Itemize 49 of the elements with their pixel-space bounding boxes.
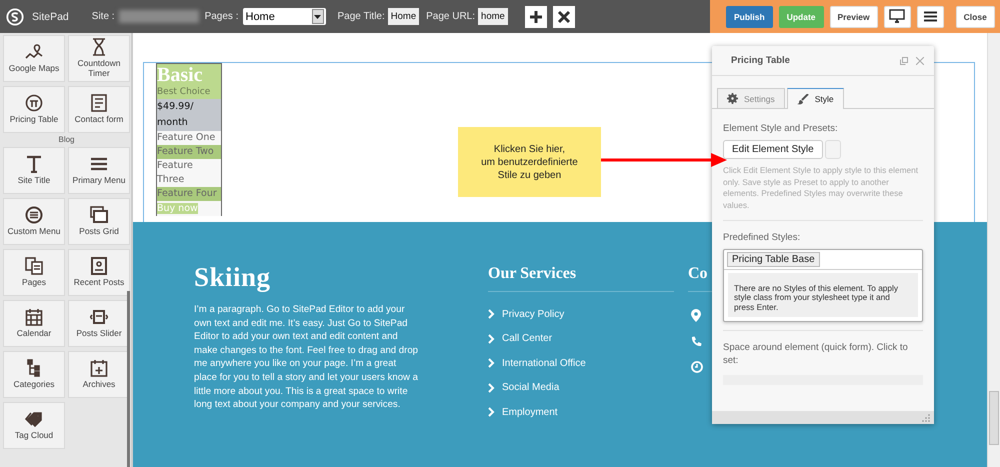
widget-tile[interactable]: Site Title [3,147,65,194]
widget-tile[interactable]: Posts Grid [68,198,130,245]
page-title-label: Page Title: [338,11,385,22]
widget-tile[interactable]: Google Maps [3,35,65,82]
style-tag[interactable]: Pricing Table Base [727,252,820,267]
section-title: Co [688,265,709,283]
plan-title: Basic [157,64,204,87]
widget-tile[interactable]: Archives [68,351,130,398]
widget-tile[interactable]: Primary Menu [68,147,130,194]
dropdown-message: There are no Styles of this element. To apply style class from your stylesheet type it and press Enter. [728,272,918,318]
paragraph: I’m a paragraph. Go to SitePad Editor to add your own text and edit me. It’s easy. Just Go to SitePad Editor to add your own text and edit content and make changes to the font. Feel free to drag and drop me anywhere you like on your page. I’m a great place for you to tell a story and let your users know a little more about you. This is a great space to write long text about your company and your services. [194,303,419,412]
widget-tile[interactable]: Posts Slider [68,300,130,347]
site-label: Site : [92,11,115,22]
section-title: Skiing [194,262,272,293]
feature-row-text: Feature One [157,130,216,145]
feature-row: Feature Four [157,186,221,201]
section-title: Our Services [488,265,578,283]
section-heading: Blog [57,134,76,146]
widget-tile[interactable]: Countdown Timer [68,35,130,82]
toolbar-button[interactable]: Close [956,6,995,28]
section-label: Space around element (quick form). Click to set: [723,341,909,368]
widget-tile[interactable]: Contact form [68,86,130,133]
feature-row: Feature Two [157,144,221,159]
widget-tile[interactable]: Pages [3,249,65,296]
edit-element-style-button[interactable]: Edit Element Style [723,140,823,159]
panel-tab[interactable]: Style [786,88,844,109]
widget-tile[interactable]: Recent Posts [68,249,130,296]
style-tag-field[interactable]: Pricing Table Base [724,250,922,270]
toolbar-button[interactable]: Preview [830,6,878,28]
widget-tile[interactable]: Custom Menu [3,198,65,245]
page-url-label: Page URL: [426,11,476,22]
pages-dropdown[interactable]: Home [242,8,326,25]
section-label: Predefined Styles: [723,230,802,244]
help-text: Click Edit Element Style to apply style to this element only. Save style as Preset to apply to another elements. Predefined Styles may overwrite these values. [723,165,920,212]
plan-subtitle: Best Choice [157,87,212,99]
section-label: Element Style and Presets: [723,122,839,135]
page-title-field[interactable]: Home [388,8,420,25]
widget-tile[interactable]: Tag Cloud [3,402,65,449]
callout-note: Klicken Sie hier, um benutzerdefinierte Stile zu geben [458,127,601,197]
publish-button[interactable]: Publish [726,6,773,28]
widget-tile[interactable]: Categories [3,351,65,398]
panel-title: Pricing Table [731,55,791,66]
pages-label: Pages : [204,11,238,22]
widget-tile[interactable]: Pricing Table [3,86,65,133]
feature-row-text: Feature Three [157,158,194,187]
app-name: SitePad [32,10,69,22]
widget-tile[interactable]: Calendar [3,300,65,347]
plan-price: $49.99/ month [157,98,221,131]
page-url-field[interactable]: home [478,8,508,25]
